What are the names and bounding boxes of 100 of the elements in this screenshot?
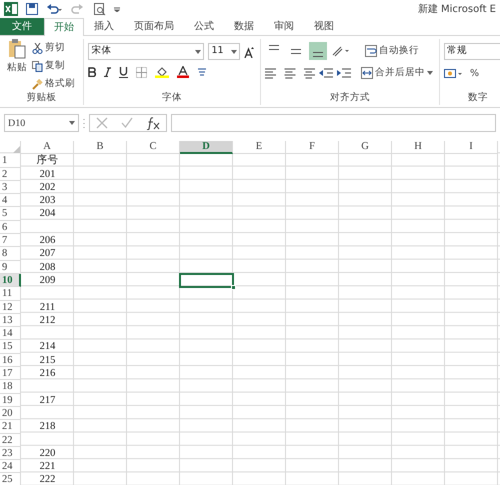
table-cell-text: 214 [38,340,56,354]
table-cell-text: 212 [38,314,56,328]
wrap-text-button[interactable]: 自动换行 [363,42,421,60]
borders-icon[interactable] [136,66,148,78]
table-cell-text: 208 [38,260,56,274]
orientation-icon[interactable] [331,45,349,57]
paste-button[interactable]: 粘贴 [4,39,30,83]
group-label: 剪贴板 [26,90,58,105]
row-header[interactable]: 9 [0,260,21,274]
row-header[interactable]: 5 [0,207,21,221]
bold-icon[interactable] [88,67,96,77]
align-bottom-icon [313,52,323,57]
excel-logo-icon[interactable] [4,2,18,16]
name-box[interactable]: D10 [4,114,79,132]
ribbon-tab[interactable]: 插入 [84,18,124,35]
row-header[interactable]: 13 [0,314,21,328]
increase-indent-icon[interactable] [337,67,351,79]
ribbon-tab[interactable]: 页面布局 [124,18,184,35]
row-header[interactable]: 23 [0,446,21,460]
dropdown-icon [195,50,202,54]
decrease-indent-icon[interactable] [319,67,333,79]
ribbon-tab[interactable]: 视图 [304,18,344,35]
row-header[interactable]: 16 [0,354,21,368]
grow-font-icon[interactable] [244,46,254,58]
undo-icon[interactable] [46,3,62,15]
align-right-icon[interactable] [301,67,315,79]
row-header[interactable]: 22 [0,434,21,447]
currency-icon[interactable] [444,68,464,80]
dropdown-icon [231,50,238,54]
align-top-icon [269,45,279,50]
clipboard-icon [8,39,26,59]
fill-handle[interactable] [231,285,236,290]
column-header[interactable]: B [74,141,127,154]
font-color-icon[interactable] [177,66,190,78]
merge-icon [361,67,373,79]
table-cell-text: 217 [38,394,56,407]
file-tab[interactable]: 文件 [0,18,44,35]
insert-function-icon[interactable] [146,116,160,130]
table-cell-text: 209 [38,274,56,288]
align-center-icon[interactable] [283,67,297,79]
row-header[interactable]: 20 [0,406,21,420]
copy-button[interactable]: 复制 [30,57,77,75]
formula-field[interactable] [171,114,496,132]
column-header[interactable]: G [339,141,392,154]
align-left-icon[interactable] [265,67,279,79]
merge-center-button[interactable]: 合并后居中 [359,64,435,82]
font-size-field[interactable]: 11 [208,43,240,60]
italic-icon[interactable] [104,67,112,77]
table-cell-text: 206 [38,234,56,248]
row-header[interactable]: 17 [0,367,21,380]
window-title: 新建 Microsoft E [418,2,496,16]
row-header[interactable]: 2 [0,168,21,181]
table-cell-text: 207 [38,247,56,261]
column-header[interactable]: A [21,141,74,154]
font-name-field[interactable]: 宋体 [88,43,204,60]
row-header[interactable]: 10 [0,274,21,288]
ribbon-tab[interactable]: 开始 [44,18,84,36]
underline-icon[interactable] [119,66,128,78]
row-header[interactable]: 1 [0,154,21,168]
row-header[interactable]: 4 [0,194,21,208]
print-preview-icon[interactable] [94,2,106,16]
row-header[interactable]: 8 [0,247,21,261]
ribbon-tab[interactable]: 数据 [224,18,264,35]
column-header[interactable]: H [392,141,445,154]
row-header[interactable]: 14 [0,327,21,340]
format-painter-button[interactable]: 格式刷 [30,75,77,93]
vertical-align-button[interactable] [309,42,327,60]
row-header[interactable]: 18 [0,380,21,394]
column-header[interactable]: D [180,141,233,154]
column-header[interactable]: E [233,141,286,154]
row-header[interactable]: 11 [0,287,21,301]
table-cell-text: 222 [38,473,56,485]
row-header[interactable]: 21 [0,420,21,434]
row-header[interactable]: 15 [0,340,21,354]
percent-button[interactable]: % [468,65,482,83]
fill-color-icon[interactable] [155,66,170,78]
row-header[interactable]: 7 [0,234,21,248]
dropdown-icon [69,121,75,125]
cut-button[interactable]: 剪切 [30,39,77,57]
row-header[interactable]: 19 [0,394,21,407]
number-format-field[interactable]: 常规 [444,43,500,60]
row-header[interactable]: 3 [0,180,21,194]
row-header[interactable]: 12 [0,300,21,314]
column-header[interactable]: I [445,141,498,154]
table-cell-text: 序号 [36,154,60,168]
customize-icon[interactable] [114,6,120,12]
group-label: 字体 [161,90,184,105]
ribbon-tab[interactable]: 审阅 [264,18,304,35]
column-header[interactable]: F [286,141,339,154]
column-header[interactable]: C [127,141,180,154]
table-cell-text: 201 [38,168,56,181]
brush-icon [32,78,43,90]
ribbon-tab[interactable]: 公式 [184,18,224,35]
row-header[interactable]: 24 [0,460,21,474]
table-cell-text: 218 [38,420,56,434]
active-cell[interactable] [179,272,234,288]
save-icon[interactable] [26,3,38,15]
row-header[interactable]: 25 [0,473,21,485]
scissors-icon [32,42,43,54]
row-header[interactable]: 6 [0,220,21,234]
